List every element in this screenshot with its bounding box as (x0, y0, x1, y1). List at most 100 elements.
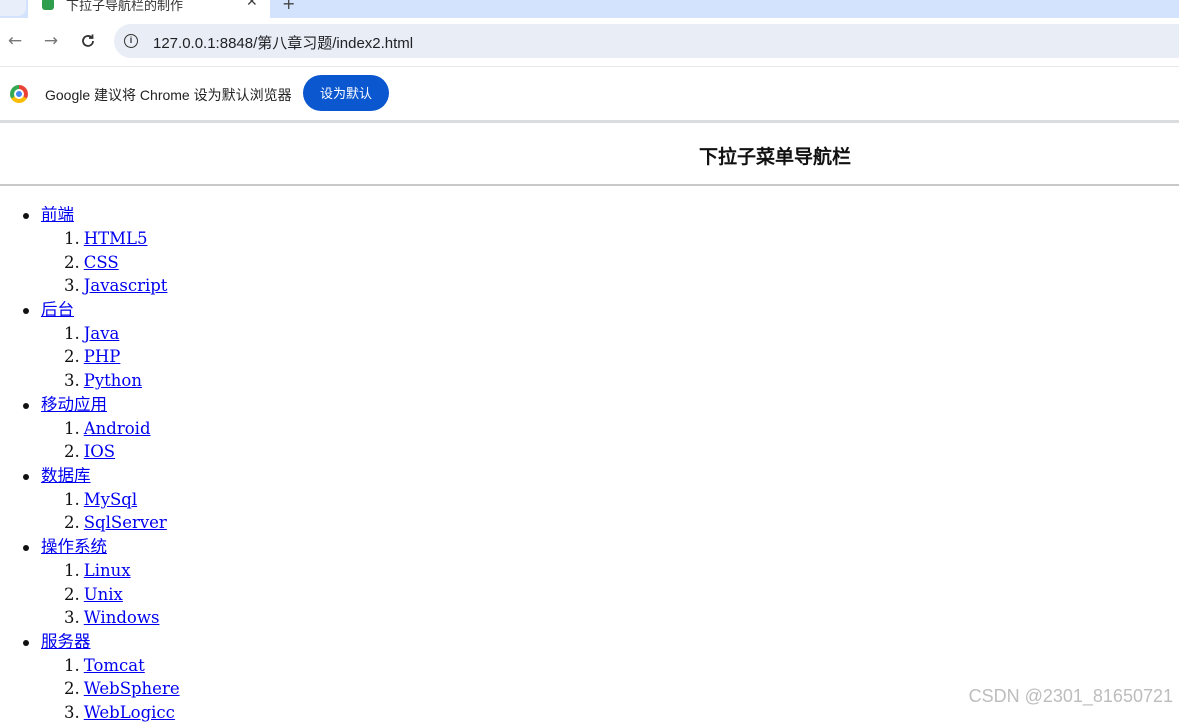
list-number: 3. (64, 276, 80, 296)
submenu-item: 3. Windows (22, 606, 180, 630)
submenu-link[interactable]: Unix (84, 585, 123, 604)
submenu-item: 2. IOS (22, 440, 180, 464)
submenu-link[interactable]: IOS (84, 442, 115, 461)
submenu: 1. Linux 2. Unix 3. Windows (22, 559, 180, 630)
menu-item-row: 数据库 (22, 464, 180, 488)
submenu-link[interactable]: Windows (84, 608, 160, 627)
list-number: 1. (64, 560, 80, 580)
list-number: 3. (64, 370, 80, 390)
submenu-item: 2. CSS (22, 251, 180, 275)
list-number: 2. (64, 347, 80, 367)
submenu-link[interactable]: WebSphere (84, 679, 180, 698)
submenu-link[interactable]: Tomcat (84, 656, 145, 675)
menu-item-row: 后台 (22, 298, 180, 322)
menu-item-row: 移动应用 (22, 393, 180, 417)
list-number: 3. (64, 608, 80, 628)
bullet-icon (23, 307, 29, 314)
submenu-item: 1. MySql (22, 488, 180, 512)
menu-link[interactable]: 数据库 (41, 466, 91, 485)
submenu-item: 3. Javascript (22, 274, 180, 298)
bullet-icon (23, 544, 29, 551)
submenu-link[interactable]: CSS (84, 253, 119, 272)
menu-item-row: 服务器 (22, 630, 180, 654)
submenu-item: 1. Android (22, 417, 180, 441)
menu-link[interactable]: 服务器 (41, 632, 91, 651)
tab-strip: 下拉子导航栏的制作 ✕ + (0, 0, 1179, 18)
address-bar[interactable]: i 127.0.0.1:8848/第八章习题/index2.html (114, 24, 1179, 58)
nav-menu: 前端 1. HTML5 2. CSS 3. Javascript 后台 1. Java 2. PHP 3… (22, 203, 180, 725)
menu-item: 操作系统 1. Linux 2. Unix 3. Windows (22, 535, 180, 630)
submenu-link[interactable]: HTML5 (84, 229, 148, 248)
menu-link[interactable]: 操作系统 (41, 537, 107, 556)
list-number: 2. (64, 584, 80, 604)
back-arrow-icon[interactable]: ← (4, 30, 26, 52)
submenu-item: 2. Unix (22, 583, 180, 607)
menu-item: 前端 1. HTML5 2. CSS 3. Javascript (22, 203, 180, 298)
new-tab-icon[interactable]: + (282, 0, 295, 13)
chrome-logo-icon (10, 85, 28, 103)
list-number: 3. (64, 702, 80, 722)
submenu: 1. MySql 2. SqlServer (22, 488, 180, 535)
watermark: CSDN @2301_81650721 (968, 686, 1173, 706)
submenu: 1. Tomcat 2. WebSphere 3. WebLogicc (22, 654, 180, 725)
browser-toolbar: ← → i 127.0.0.1:8848/第八章习题/index2.html (0, 18, 1179, 66)
tab-title: 下拉子导航栏的制作 (66, 0, 184, 13)
active-tab[interactable]: 下拉子导航栏的制作 ✕ (28, 0, 270, 18)
list-number: 1. (64, 229, 80, 248)
submenu-link[interactable]: Javascript (84, 276, 168, 295)
infobar-message: Google 建议将 Chrome 设为默认浏览器 (45, 87, 292, 103)
submenu-item: 1. Tomcat (22, 654, 180, 678)
submenu-link[interactable]: WebLogicc (84, 703, 175, 722)
url-text[interactable]: 127.0.0.1:8848/第八章习题/index2.html (153, 32, 413, 53)
submenu-link[interactable]: Python (84, 371, 142, 390)
submenu-item: 1. Java (22, 322, 180, 346)
submenu-item: 2. PHP (22, 345, 180, 369)
page-header: 下拉子菜单导航栏 (0, 123, 1179, 186)
submenu-link[interactable]: MySql (84, 490, 137, 509)
default-browser-infobar: Google 建议将 Chrome 设为默认浏览器 设为默认 (0, 66, 1179, 120)
submenu-link[interactable]: PHP (84, 347, 121, 366)
submenu-item: 2. SqlServer (22, 511, 180, 535)
bullet-icon (23, 213, 29, 219)
list-number: 2. (64, 442, 80, 462)
reload-icon[interactable] (77, 30, 99, 52)
bullet-icon (23, 639, 29, 646)
site-info-icon[interactable]: i (124, 34, 138, 48)
menu-item-row: 前端 (22, 203, 180, 227)
close-icon[interactable]: ✕ (246, 0, 258, 10)
bullet-icon (23, 402, 29, 409)
list-number: 1. (64, 418, 80, 438)
submenu: 1. Java 2. PHP 3. Python (22, 322, 180, 393)
list-number: 2. (64, 679, 80, 699)
list-number: 2. (64, 252, 80, 272)
set-default-button[interactable]: 设为默认 (303, 75, 389, 111)
menu-item: 服务器 1. Tomcat 2. WebSphere 3. WebLogicc (22, 630, 180, 725)
menu-item: 后台 1. Java 2. PHP 3. Python (22, 298, 180, 393)
submenu-link[interactable]: Android (84, 419, 151, 438)
list-number: 2. (64, 513, 80, 533)
list-number: 1. (64, 323, 80, 343)
page-title: 下拉子菜单导航栏 (698, 146, 851, 168)
menu-link[interactable]: 后台 (41, 300, 74, 319)
list-number: 1. (64, 489, 80, 509)
submenu-item: 1. HTML5 (22, 227, 180, 251)
submenu: 1. Android 2. IOS (22, 417, 180, 464)
menu-item: 移动应用 1. Android 2. IOS (22, 393, 180, 464)
menu-item: 数据库 1. MySql 2. SqlServer (22, 464, 180, 535)
submenu-link[interactable]: SqlServer (84, 513, 167, 532)
bullet-icon (23, 473, 29, 480)
list-number: 1. (64, 655, 80, 675)
submenu: 1. HTML5 2. CSS 3. Javascript (22, 227, 180, 298)
submenu-item: 3. WebLogicc (22, 701, 180, 725)
menu-link[interactable]: 移动应用 (41, 395, 107, 414)
menu-item-row: 操作系统 (22, 535, 180, 559)
submenu-link[interactable]: Linux (84, 561, 131, 580)
tab-search-area[interactable] (0, 0, 26, 16)
submenu-item: 2. WebSphere (22, 677, 180, 701)
forward-arrow-icon[interactable]: → (40, 30, 62, 52)
favicon-icon (42, 0, 54, 10)
submenu-item: 1. Linux (22, 559, 180, 583)
submenu-link[interactable]: Java (84, 324, 120, 343)
submenu-item: 3. Python (22, 369, 180, 393)
menu-link[interactable]: 前端 (41, 205, 74, 224)
